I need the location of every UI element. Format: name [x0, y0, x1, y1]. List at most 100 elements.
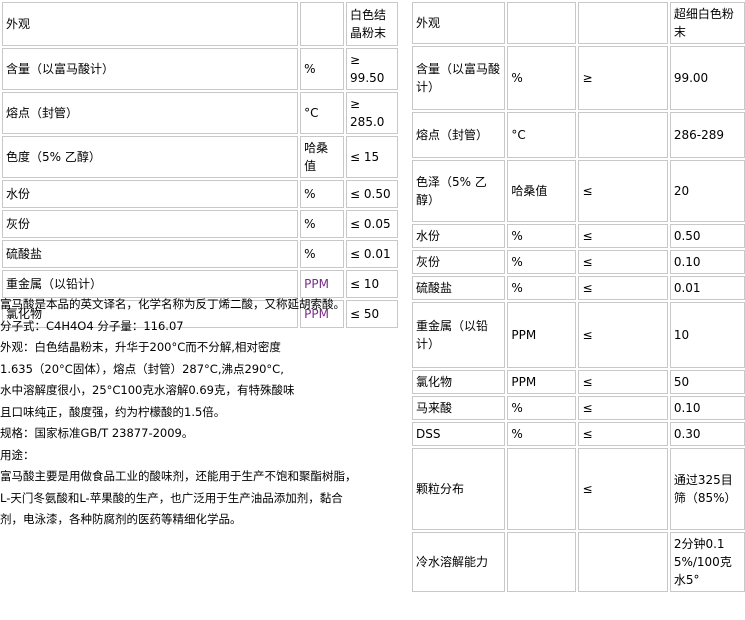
- spec-row: 熔点（封管） °C ≥ 285.0: [2, 92, 398, 134]
- spec-unit-cell: [300, 2, 345, 46]
- spec-op-cell: [578, 112, 668, 158]
- spec-value-cell: 0.01: [669, 276, 745, 300]
- description-line: 水中溶解度很小，25°C100克水溶解0.69克，有特殊酸味: [0, 383, 295, 397]
- spec-value-cell: 50: [669, 370, 745, 394]
- spec-row: 外观 白色结晶粉末: [2, 2, 398, 46]
- description-line: 富马酸是本品的英文译名，化学名称为反丁烯二酸，又称延胡索酸。: [0, 297, 345, 311]
- spec-unit-cell: PPM: [507, 370, 577, 394]
- spec-value-cell: ≤ 0.01: [346, 240, 398, 268]
- spec-value-cell: 99.00: [669, 46, 745, 110]
- spec-op-cell: [578, 2, 668, 44]
- spec-item-cell: 冷水溶解能力: [412, 532, 506, 592]
- spec-item-cell: 含量（以富马酸计）: [2, 48, 299, 90]
- product-description: 富马酸是本品的英文译名，化学名称为反丁烯二酸，又称延胡索酸。 分子式：C4H4O4…: [0, 294, 405, 531]
- description-line: 剂，电泳漆，各种防腐剂的医药等精细化学品。: [0, 512, 242, 526]
- description-line: L-天门冬氨酸和L-苹果酸的生产，也广泛用于生产油品添加剂，黏合: [0, 490, 343, 505]
- spec-row: 水份% ≤ 0.50: [2, 180, 398, 208]
- spec-row: 氯化物 PPM ≤50: [412, 370, 745, 394]
- spec-item-cell: 颗粒分布: [412, 448, 506, 530]
- spec-value-cell: ≥ 99.50: [346, 48, 398, 90]
- spec-value-cell: 0.30: [669, 422, 745, 446]
- spec-unit-cell: [507, 448, 577, 530]
- spec-item-cell: 外观: [2, 2, 299, 46]
- spec-unit-cell: %: [507, 422, 577, 446]
- spec-item-cell: 氯化物: [412, 370, 506, 394]
- spec-value-cell: 通过325目筛（85%）: [669, 448, 745, 530]
- spec-row: 重金属（以铅计） PPM ≤10: [412, 302, 745, 368]
- spec-value-cell: 超细白色粉末: [669, 2, 745, 44]
- spec-unit-cell: %: [507, 46, 577, 110]
- spec-item-cell: 色泽（5% 乙醇）: [412, 160, 506, 222]
- spec-value-cell: ≤ 0.50: [346, 180, 398, 208]
- spec-item-cell: 灰份: [412, 250, 506, 274]
- description-line: 分子式：C4H4O4 分子量：116.07: [0, 318, 184, 333]
- left-spec-table: 外观 白色结晶粉末 含量（以富马酸计）% ≥ 99.50 熔点（封管） °C ≥ 285.0…: [0, 0, 400, 330]
- spec-op-cell: ≤: [578, 224, 668, 248]
- spec-op-cell: [578, 532, 668, 592]
- description-line: 且口味纯正，酸度强，约为柠檬酸的1.5倍。: [0, 404, 226, 419]
- spec-item-cell: 硫酸盐: [412, 276, 506, 300]
- spec-unit-cell: %: [507, 396, 577, 420]
- spec-item-cell: 含量（以富马酸计）: [412, 46, 506, 110]
- spec-op-cell: ≤: [578, 276, 668, 300]
- spec-item-cell: 熔点（封管）: [412, 112, 506, 158]
- spec-op-cell: ≤: [578, 302, 668, 368]
- spec-unit-cell: PPM: [507, 302, 577, 368]
- spec-unit-cell: 哈桑值: [507, 160, 577, 222]
- spec-row: 马来酸% ≤0.10: [412, 396, 745, 420]
- spec-row: 含量（以富马酸计）% ≥ 99.50: [2, 48, 398, 90]
- description-line: 富马酸主要是用做食品工业的酸味剂，还能用于生产不饱和聚酯树脂，: [0, 469, 357, 483]
- spec-unit-cell: [507, 2, 577, 44]
- spec-unit-cell: °C: [507, 112, 577, 158]
- spec-row: 色泽（5% 乙醇） 哈桑值 ≤20: [412, 160, 745, 222]
- spec-value-cell: 0.50: [669, 224, 745, 248]
- spec-op-cell: ≤: [578, 396, 668, 420]
- spec-unit-cell: %: [300, 210, 345, 238]
- spec-unit-cell: %: [507, 224, 577, 248]
- description-line: 用途：: [0, 447, 35, 462]
- spec-row: 熔点（封管） °C 286-289: [412, 112, 745, 158]
- spec-value-cell: 0.10: [669, 396, 745, 420]
- spec-item-cell: 熔点（封管）: [2, 92, 299, 134]
- spec-row: 灰份% ≤0.10: [412, 250, 745, 274]
- spec-unit-cell: [507, 532, 577, 592]
- spec-item-cell: 色度（5% 乙醇）: [2, 136, 299, 178]
- spec-value-cell: ≥ 285.0: [346, 92, 398, 134]
- spec-op-cell: ≤: [578, 448, 668, 530]
- spec-unit-cell: %: [300, 180, 345, 208]
- spec-unit-cell: %: [300, 48, 345, 90]
- spec-unit-cell: %: [507, 250, 577, 274]
- spec-op-cell: ≤: [578, 160, 668, 222]
- spec-item-cell: 灰份: [2, 210, 299, 238]
- right-spec-table: 外观 超细白色粉末 含量（以富马酸计）% ≥99.00 熔点（封管） °C 286-289 色…: [410, 0, 745, 594]
- spec-value-cell: 10: [669, 302, 745, 368]
- spec-op-cell: ≤: [578, 422, 668, 446]
- spec-value-cell: ≤ 15: [346, 136, 398, 178]
- spec-item-cell: DSS: [412, 422, 506, 446]
- spec-op-cell: ≤: [578, 250, 668, 274]
- spec-item-cell: 外观: [412, 2, 506, 44]
- spec-row: DSS% ≤0.30: [412, 422, 745, 446]
- spec-value-cell: 0.10: [669, 250, 745, 274]
- spec-value-cell: 2分钟0.15%/100克水5°: [669, 532, 745, 592]
- spec-row: 水份% ≤0.50: [412, 224, 745, 248]
- spec-row: 外观 超细白色粉末: [412, 2, 745, 44]
- spec-row: 颗粒分布 ≤ 通过325目筛（85%）: [412, 448, 745, 530]
- spec-row: 冷水溶解能力 2分钟0.15%/100克水5°: [412, 532, 745, 592]
- description-line: 外观：白色结晶粉末，升华于200°C而不分解,相对密度: [0, 340, 281, 354]
- spec-item-cell: 马来酸: [412, 396, 506, 420]
- spec-value-cell: 286-289: [669, 112, 745, 158]
- spec-unit-cell: 哈桑值: [300, 136, 345, 178]
- spec-row: 硫酸盐% ≤ 0.01: [2, 240, 398, 268]
- spec-unit-cell: %: [300, 240, 345, 268]
- spec-unit-cell: °C: [300, 92, 345, 134]
- spec-row: 含量（以富马酸计）% ≥99.00: [412, 46, 745, 110]
- spec-row: 灰份% ≤ 0.05: [2, 210, 398, 238]
- spec-item-cell: 重金属（以铅计）: [412, 302, 506, 368]
- spec-op-cell: ≤: [578, 370, 668, 394]
- spec-row: 色度（5% 乙醇） 哈桑值 ≤ 15: [2, 136, 398, 178]
- spec-row: 硫酸盐% ≤0.01: [412, 276, 745, 300]
- spec-unit-cell: %: [507, 276, 577, 300]
- spec-item-cell: 硫酸盐: [2, 240, 299, 268]
- spec-value-cell: ≤ 0.05: [346, 210, 398, 238]
